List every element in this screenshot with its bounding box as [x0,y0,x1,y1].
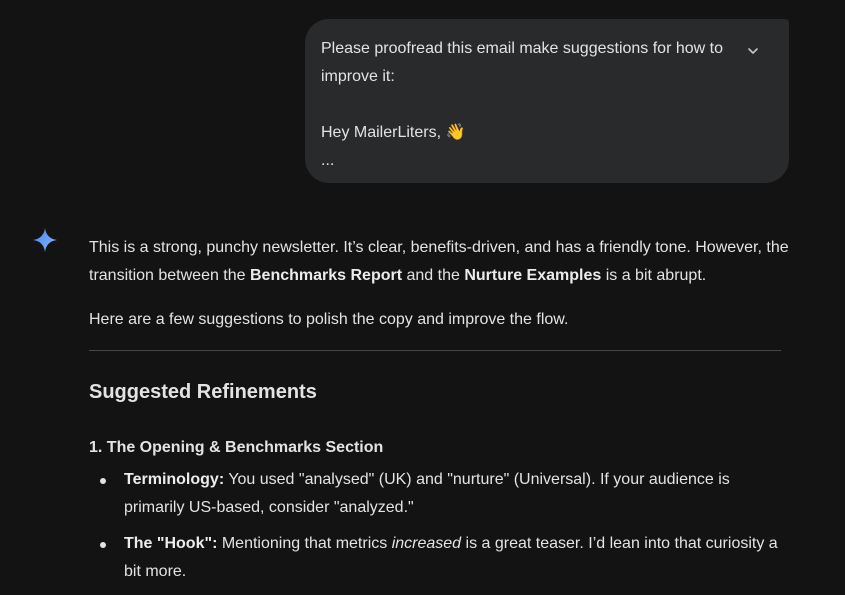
chevron-down-icon [748,48,758,54]
list-item: Terminology: You used "analysed" (UK) an… [89,466,784,522]
wave-emoji: 👋 [445,124,466,141]
expand-message-button[interactable] [741,39,765,63]
bullet-label: The "Hook": [124,535,218,552]
user-message-bubble: Please proofread this email make suggest… [305,19,789,183]
intro-bold-nurture: Nurture Examples [464,267,602,284]
user-message-ellipsis: ... [321,152,335,169]
bullet-dot [100,478,106,484]
user-message-text: Please proofread this email make suggest… [321,35,741,175]
intro-bold-benchmarks: Benchmarks Report [250,267,403,284]
list-item: The "Hook": Mentioning that metrics incr… [89,530,784,586]
assistant-response: This is a strong, punchy newsletter. It’… [89,234,789,594]
suggestion-list: Terminology: You used "analysed" (UK) an… [89,466,789,586]
bullet-dot [100,542,106,548]
subsection-heading: 1. The Opening & Benchmarks Section [89,439,384,456]
intro-text-c: and the [402,267,465,284]
bullet-text-pre: Mentioning that metrics [217,535,392,552]
chat-page: Please proofread this email make suggest… [0,0,845,595]
intro-paragraph: This is a strong, punchy newsletter. It’… [89,234,789,290]
user-message-greeting: Hey MailerLiters, [321,124,442,141]
bullet-label: Terminology: [124,471,225,488]
intro-text-e: is a bit abrupt. [601,267,707,284]
bullet-text-emphasis: increased [391,535,462,552]
user-message-greeting-line: Hey MailerLiters, 👋 [321,119,741,147]
subintro-paragraph: Here are a few suggestions to polish the… [89,311,569,328]
divider [89,350,781,351]
section-heading: Suggested Refinements [89,381,317,403]
user-message-line: Please proofread this email make suggest… [321,40,723,85]
gemini-spark-icon [32,227,58,253]
